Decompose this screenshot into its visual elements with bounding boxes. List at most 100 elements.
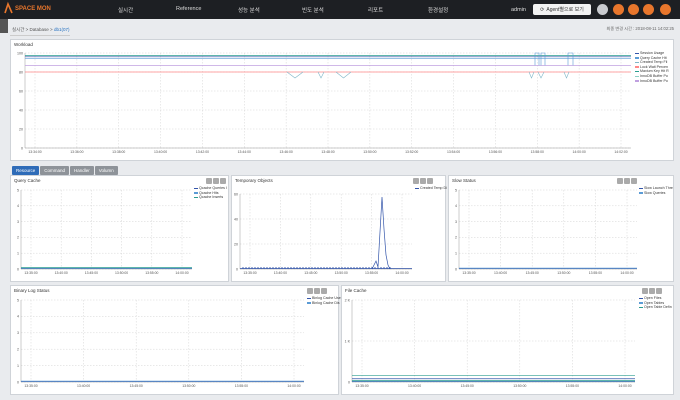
breadcrumb-current[interactable]: db1(07): [54, 27, 70, 32]
file-cache-panel: File Cache 2 K1 K 0 13:35:00 13:40:00 13:45:…: [341, 285, 674, 395]
menu-frequency-analysis[interactable]: 빈도 분석: [302, 6, 324, 14]
x-tick-label: 14:00:00: [573, 150, 586, 154]
legend-label: InnoDB Buffer Po: [640, 78, 668, 83]
file-cache-chart: 2 K 1 K 0 13:35:00 13:40:00 13:45:00 13:50:00 1…: [345, 298, 635, 388]
y-tick-label: 0: [348, 380, 350, 384]
legend-swatch: [415, 187, 419, 189]
y-tick-label: 4: [17, 204, 19, 208]
tab-handler[interactable]: Handler: [70, 166, 94, 175]
agent-view-label: Agent별으로 보기: [546, 7, 584, 13]
breadcrumb-path: 실시간 > Database >: [12, 27, 53, 32]
series-dip: [528, 71, 535, 79]
x-tick-label: 13:38:00: [112, 150, 125, 154]
x-tick-label: 13:56:00: [489, 150, 502, 154]
legend-swatch: [639, 297, 643, 299]
x-tick-label: 13:35:00: [24, 384, 37, 388]
x-tick-label: 13:40:00: [494, 271, 507, 275]
breadcrumb: 실시간 > Database > db1(07): [12, 27, 69, 33]
y-tick-label: 1: [455, 252, 457, 256]
logo-mark-icon: [4, 1, 13, 14]
y-tick-label: 80: [19, 70, 23, 74]
x-tick-label: 13:40:00: [408, 384, 421, 388]
menu-report[interactable]: 리포트: [368, 6, 383, 14]
workload-chart: 100 80 60 40 20 0 13:34:00 13:36:00 13:38:00 13:4…: [17, 51, 631, 154]
series-dip: [317, 71, 325, 79]
y-tick-label: 1: [17, 252, 19, 256]
x-tick-label: 13:55:00: [566, 384, 579, 388]
logo-text: SPACE MON: [15, 5, 51, 12]
series-dip: [537, 71, 545, 79]
y-tick-label: 40: [19, 108, 23, 112]
profile-icon[interactable]: [597, 4, 608, 15]
x-tick-label: 14:00:00: [395, 271, 408, 275]
legend-swatch: [639, 302, 643, 304]
legend-item[interactable]: Binlog Cache Dis: [307, 301, 341, 306]
y-tick-label: 2: [455, 236, 457, 240]
x-tick-label: 13:42:00: [196, 150, 209, 154]
y-tick-label: 5: [17, 188, 19, 192]
tab-command[interactable]: Command: [40, 166, 70, 175]
binary-log-status-chart: 5 4 3 2 1 0 13:35:00 13:40:00 13:45:00 13:50:00 13…: [17, 298, 304, 388]
x-tick-label: 13:40:00: [154, 150, 167, 154]
app-logo[interactable]: SPACE MON: [4, 1, 51, 14]
x-tick-label: 13:35:00: [462, 271, 475, 275]
legend-swatch: [635, 52, 639, 54]
legend-label: Slow Queries: [644, 190, 666, 195]
y-tick-label: 60: [19, 89, 23, 93]
y-tick-label: 0: [17, 380, 19, 384]
legend-swatch: [194, 187, 198, 189]
legend-swatch: [635, 61, 639, 64]
x-tick-label: 13:50:00: [115, 271, 128, 275]
legend-item[interactable]: InnoDB Buffer Po: [635, 79, 669, 84]
legend-item[interactable]: Qcache Inserts: [194, 195, 227, 200]
tab-volumn[interactable]: Volumn: [94, 166, 118, 175]
menu-performance-analysis[interactable]: 성능 분석: [238, 6, 260, 14]
legend-swatch: [635, 80, 639, 82]
x-tick-label: 13:50:00: [363, 150, 376, 154]
legend-swatch: [639, 306, 643, 309]
x-tick-label: 13:45:00: [461, 384, 474, 388]
agent-view-button[interactable]: ⟳ Agent별으로 보기: [533, 4, 591, 15]
x-tick-label: 13:44:00: [238, 150, 251, 154]
x-tick-label: 13:54:00: [447, 150, 460, 154]
top-navigation-bar: SPACE MON 실시간 Reference 성능 분석 빈도 분석 리포트 …: [0, 0, 680, 19]
x-tick-label: 13:50:00: [335, 271, 348, 275]
x-tick-label: 13:46:00: [280, 150, 293, 154]
legend-label: Open Table Defin: [644, 305, 672, 310]
info-icon[interactable]: [643, 4, 654, 15]
y-tick-label: 3: [17, 220, 19, 224]
tab-resource[interactable]: Resource: [12, 166, 40, 175]
download-icon[interactable]: [613, 4, 624, 15]
file-cache-legend: Open Files Open Tables Open Table Defin: [639, 296, 672, 310]
y-tick-label: 60: [234, 192, 238, 196]
series-dip: [335, 71, 352, 79]
temporary-objects-chart: 60 40 20 0 13:35:00 13:40:00 13:45:00 13:50:00 1…: [234, 192, 412, 275]
x-tick-label: 13:35:00: [24, 271, 37, 275]
power-icon[interactable]: [628, 4, 639, 15]
legend-item[interactable]: Created Temp Di: [415, 186, 447, 191]
x-tick-label: 14:00:00: [287, 384, 300, 388]
metric-tabs: Resource Command Handler Volumn: [12, 166, 118, 175]
legend-swatch: [635, 71, 639, 73]
x-tick-label: 13:35:00: [243, 271, 256, 275]
notification-bell-icon[interactable]: [660, 4, 671, 15]
y-tick-label: 3: [17, 331, 19, 335]
legend-swatch: [635, 75, 639, 77]
y-tick-label: 20: [19, 127, 23, 131]
menu-reference[interactable]: Reference: [176, 6, 201, 12]
x-tick-label: 14:02:00: [614, 150, 627, 154]
y-tick-label: 4: [455, 204, 457, 208]
legend-item[interactable]: Slow Queries: [639, 191, 673, 196]
legend-label: Created Temp Di: [420, 186, 447, 190]
y-tick-label: 0: [21, 146, 23, 150]
sidebar-toggle[interactable]: [0, 19, 8, 33]
workload-panel: Workload 100 80 60 40 20 0 13:34:00 13:36:00 13:…: [10, 39, 674, 161]
user-name[interactable]: admin: [511, 7, 526, 13]
x-tick-label: 13:40:00: [77, 384, 90, 388]
y-tick-label: 0: [236, 267, 238, 271]
legend-item[interactable]: Open Table Defin: [639, 305, 672, 310]
x-tick-label: 13:40:00: [55, 271, 68, 275]
menu-realtime[interactable]: 실시간: [118, 6, 133, 14]
menu-settings[interactable]: 환경설정: [428, 6, 448, 14]
y-tick-label: 20: [234, 242, 238, 246]
